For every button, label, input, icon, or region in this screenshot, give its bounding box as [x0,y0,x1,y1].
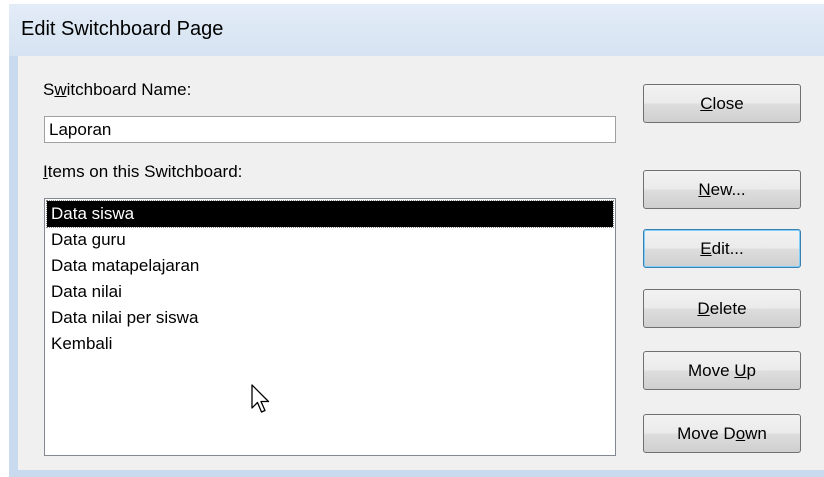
switchboard-items-list[interactable]: Data siswa Data guru Data matapelajaran … [44,198,616,456]
switchboard-name-label: Switchboard Name: [43,80,192,99]
window-title: Edit Switchboard Page [21,18,224,40]
switchboard-name-input[interactable]: Laporan [44,116,616,143]
move-up-button[interactable]: Move Up [643,351,801,390]
items-label: Items on this Switchboard: [43,162,243,181]
list-item[interactable]: Data siswa [46,200,614,228]
list-item[interactable]: Data nilai [47,279,613,305]
list-item[interactable]: Data nilai per siswa [47,305,613,331]
window-frame-bottom [9,470,824,477]
move-down-button[interactable]: Move Down [643,414,801,453]
mouse-pointer-icon [251,384,270,413]
list-item[interactable]: Data guru [47,227,613,253]
delete-button[interactable]: Delete [643,289,801,328]
edit-button[interactable]: Edit... [643,229,801,268]
list-item[interactable]: Data matapelajaran [47,253,613,279]
new-button[interactable]: New... [643,170,801,209]
title-bar[interactable]: Edit Switchboard Page [9,4,824,56]
window-frame-left [9,56,18,477]
list-item[interactable]: Kembali [47,331,613,357]
close-button[interactable]: Close [643,84,801,123]
